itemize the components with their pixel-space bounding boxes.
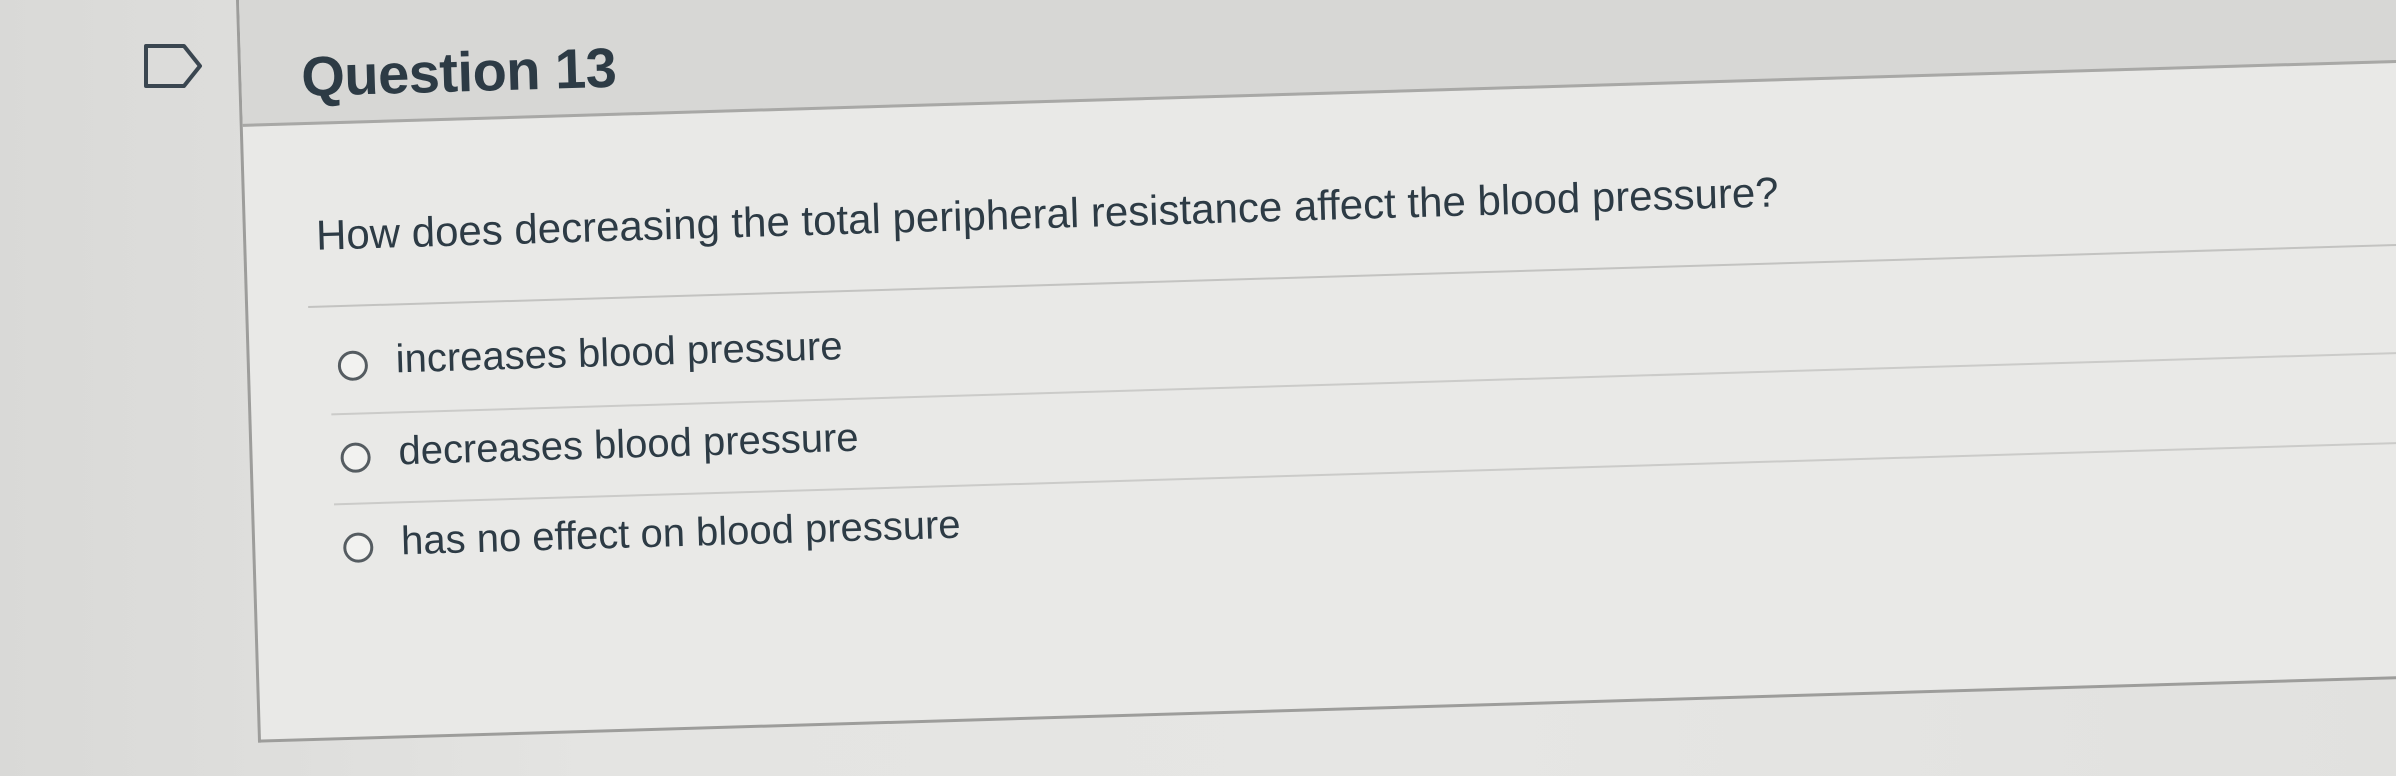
flag-question-icon[interactable] [140, 38, 206, 94]
answer-label[interactable]: has no effect on blood pressure [400, 503, 961, 565]
radio-button-icon[interactable] [342, 532, 374, 564]
quiz-page: Question 13 How does decreasing the tota… [0, 0, 2396, 776]
radio-button-icon[interactable] [337, 350, 369, 382]
question-header: Question 13 [238, 0, 2396, 127]
question-title: Question 13 [300, 35, 618, 109]
question-text: How does decreasing the total peripheral… [315, 168, 1780, 259]
question-card: Question 13 How does decreasing the tota… [236, 0, 2396, 743]
answer-label[interactable]: increases blood pressure [395, 324, 843, 382]
answer-label[interactable]: decreases blood pressure [398, 416, 859, 475]
radio-button-icon[interactable] [340, 442, 372, 474]
